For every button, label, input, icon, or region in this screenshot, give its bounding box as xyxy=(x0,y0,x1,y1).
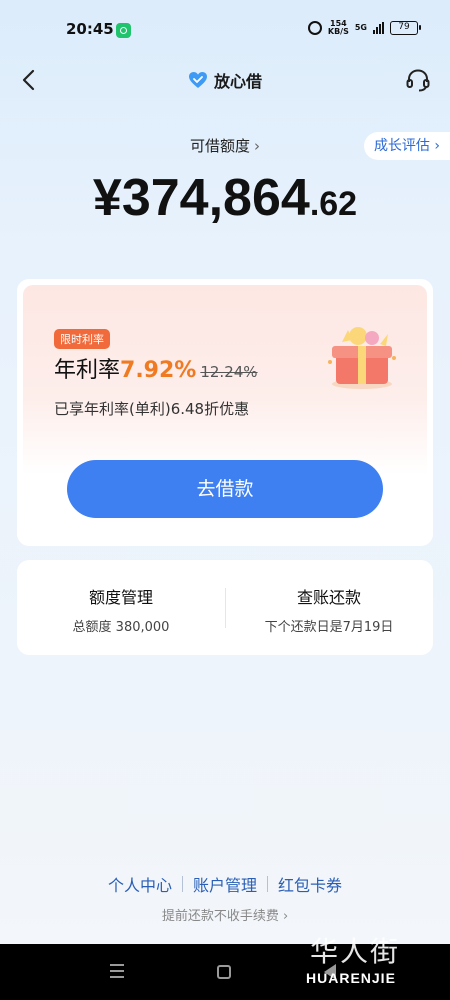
footer-links: 个人中心 账户管理 红包卡券 xyxy=(0,872,450,896)
account-management-link[interactable]: 账户管理 xyxy=(193,872,257,896)
network-type: 5G xyxy=(354,23,367,32)
home-icon[interactable] xyxy=(217,965,231,979)
status-indicators: 154 KB/S 5G 79 xyxy=(307,20,421,36)
early-repayment-note-text: 提前还款不收手续费 xyxy=(161,909,279,924)
available-credit-amount: ¥374,864.62 xyxy=(0,168,450,228)
early-repayment-note[interactable]: 提前还款不收手续费 › xyxy=(0,905,450,924)
status-bar: 20:45 154 KB/S 5G 79 xyxy=(0,0,450,58)
customer-service-icon[interactable] xyxy=(404,66,432,94)
brand-name: 放心借 xyxy=(213,72,262,91)
network-speed: 154 KB/S xyxy=(328,20,349,36)
borrow-button[interactable]: 去借款 xyxy=(67,460,383,518)
bill-repayment-title: 查账还款 xyxy=(296,588,361,607)
chevron-right-icon: › xyxy=(254,137,260,155)
original-rate-value: 12.24% xyxy=(200,363,258,381)
annual-rate-label: 年利率 xyxy=(54,358,121,383)
total-credit-text: 总额度 380,000 xyxy=(72,620,170,635)
alarm-icon xyxy=(307,21,322,35)
status-time: 20:45 xyxy=(66,20,114,38)
available-credit-label: 可借额度 xyxy=(189,137,250,155)
growth-assessment-button[interactable]: 成长评估 › xyxy=(363,132,450,160)
next-repayment-date-text: 下个还款日是7月19日 xyxy=(264,620,394,635)
menu-icon[interactable] xyxy=(110,964,124,978)
coupons-link[interactable]: 红包卡券 xyxy=(278,872,342,896)
nav-bar: 放心借 xyxy=(0,58,450,102)
credit-management-title: 额度管理 xyxy=(88,588,153,607)
chevron-right-icon: › xyxy=(282,909,289,924)
watermark-sub: HUARENJIE xyxy=(306,970,396,986)
personal-center-link[interactable]: 个人中心 xyxy=(108,872,172,896)
credit-management[interactable]: 额度管理 总额度 380,000 xyxy=(17,584,225,635)
signal-icon xyxy=(373,22,384,34)
brand: 放心借 xyxy=(0,68,450,92)
loan-card: 限时利率 年利率 7.92% 12.24% 已享年利率(单利)6.48折优惠 去… xyxy=(17,279,433,546)
gift-box-icon xyxy=(328,327,396,389)
watermark-logo: 华人街 HUARENJIE xyxy=(298,926,448,996)
chevron-right-icon: › xyxy=(434,138,440,154)
brand-logo-icon xyxy=(188,72,207,88)
growth-assessment-label: 成长评估 xyxy=(373,138,430,154)
annual-rate-value: 7.92% xyxy=(120,358,197,383)
amount-decimal: .62 xyxy=(309,185,358,223)
network-speed-unit: KB/S xyxy=(327,27,349,36)
bill-repayment[interactable]: 查账还款 下个还款日是7月19日 xyxy=(225,584,433,635)
discount-text: 已享年利率(单利)6.48折优惠 xyxy=(54,400,250,418)
annual-rate-line: 年利率 7.92% 12.24% xyxy=(54,352,258,384)
divider xyxy=(267,876,268,892)
divider xyxy=(181,876,183,892)
watermark-title: 华人街 xyxy=(310,935,401,968)
limited-rate-badge: 限时利率 xyxy=(54,329,110,349)
account-summary-card: 额度管理 总额度 380,000 查账还款 下个还款日是7月19日 xyxy=(17,560,433,655)
notification-app-icon xyxy=(116,23,131,38)
battery-icon: 79 xyxy=(390,21,421,35)
amount-integer: ¥374,864 xyxy=(92,169,310,227)
